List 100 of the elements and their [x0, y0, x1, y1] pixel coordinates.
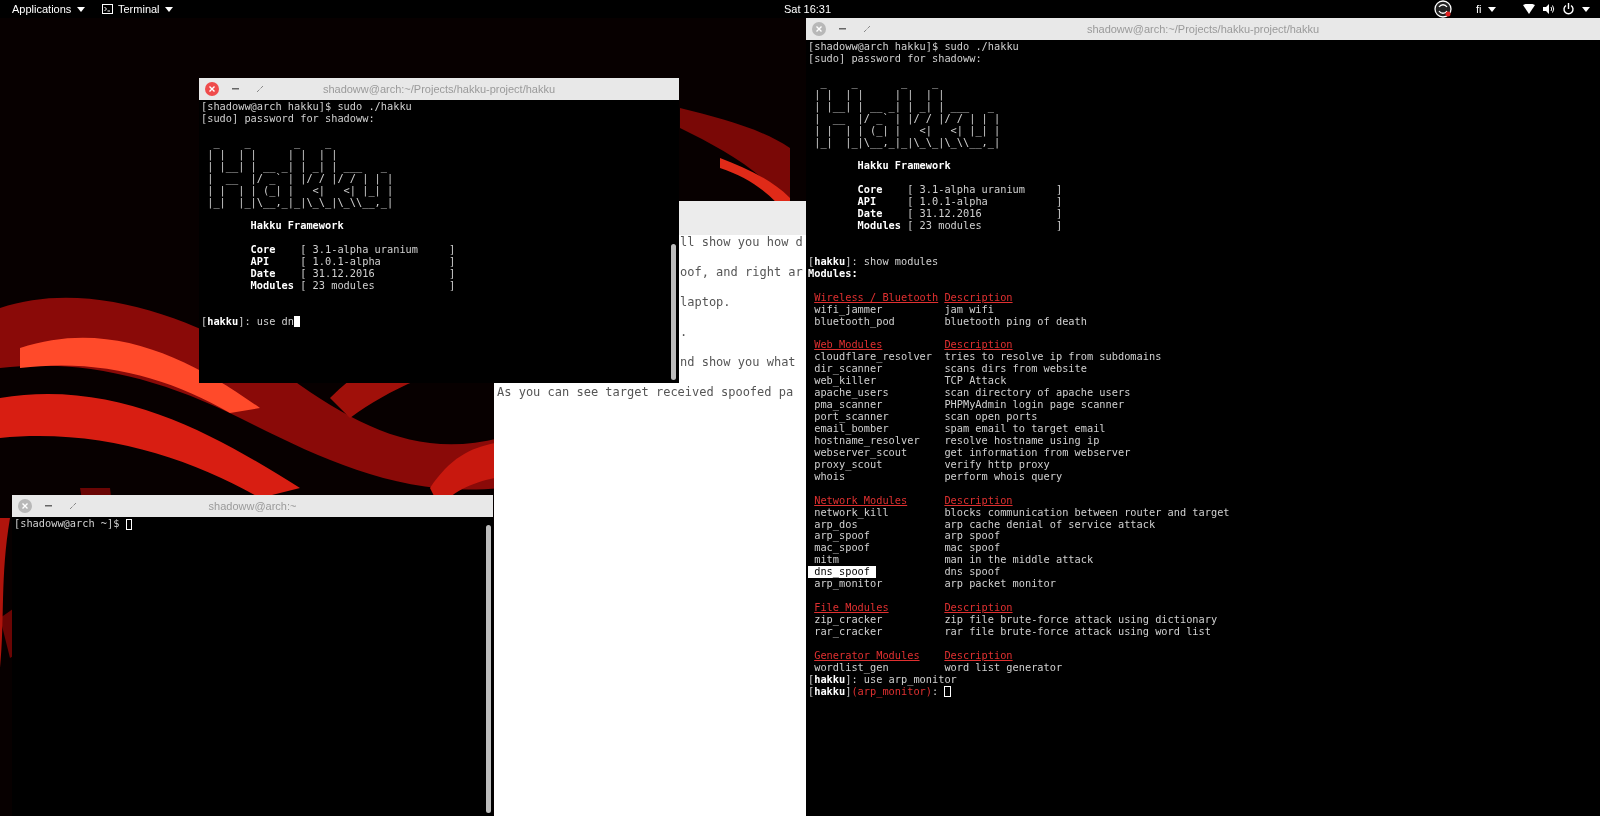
module-description: arp packet monitor [944, 578, 1056, 591]
info-value: [ 3.1-alpha uranium ] [300, 244, 456, 257]
close-icon [22, 503, 28, 509]
module-name[interactable]: network_kill [808, 506, 895, 519]
terminal-line: [shadoww@arch hakku]$ sudo ./hakku [808, 40, 1019, 52]
module-description: arp cache denial of service attack [944, 518, 1156, 531]
banner-title: Hakku Framework [857, 159, 951, 172]
close-icon [209, 86, 215, 92]
module-description: word list generator [944, 661, 1063, 674]
close-button[interactable] [812, 22, 826, 36]
module-description: man in the middle attack [944, 554, 1094, 567]
module-name[interactable]: zip_cracker [808, 614, 889, 626]
caret-icon [164, 6, 173, 12]
module-name[interactable]: arp_dos [808, 518, 864, 531]
close-button[interactable] [205, 82, 219, 96]
module-description: rar file brute-force attack using word list [944, 625, 1211, 638]
power-icon[interactable] [1563, 3, 1574, 15]
module-description: mac spoof [944, 542, 1001, 555]
info-value: [ 31.12.2016 ] [907, 208, 1063, 221]
module-name[interactable]: email_bomber [808, 423, 895, 435]
module-description: bluetooth ping of death [944, 315, 1087, 328]
text-line: nd show you what [680, 355, 796, 369]
minimize-icon[interactable] [45, 505, 52, 507]
minimize-icon[interactable] [839, 28, 846, 30]
module-name[interactable]: wordlist_gen [808, 661, 895, 674]
column-heading: Description [944, 291, 1013, 304]
info-value: [ 23 modules ] [300, 280, 456, 292]
banner-title: Hakku Framework [250, 219, 344, 232]
close-icon [816, 26, 822, 32]
module-name[interactable]: mitm [808, 554, 846, 567]
scrollbar[interactable] [671, 244, 676, 380]
caret-icon [77, 6, 86, 12]
module-name[interactable]: hostname_resolver [808, 434, 926, 447]
module-description: PHPMyAdmin login page scanner [944, 399, 1125, 412]
module-name[interactable]: mac_spoof [808, 542, 877, 555]
column-heading: Description [944, 494, 1013, 507]
module-description: verify http proxy [944, 458, 1050, 471]
text-line: laptop. [680, 295, 731, 309]
module-description: zip file brute-force attack using dictionary [944, 614, 1218, 626]
terminal-line: [shadoww@arch hakku]$ sudo ./hakku [201, 100, 412, 112]
column-heading: Description [944, 602, 1013, 614]
maximize-icon[interactable] [70, 503, 76, 509]
section-heading: File Modules [814, 602, 889, 614]
window-title: shadoww@arch:~/Projects/hakku-project/hakku [1086, 23, 1320, 35]
module-name[interactable]: web_killer [808, 375, 883, 388]
info-value: [ 23 modules ] [907, 220, 1063, 232]
window-title: shadoww@arch:~/Projects/hakku-project/hakku [322, 83, 556, 95]
module-description: jam wifi [944, 303, 994, 316]
module-name[interactable]: pma_scanner [808, 399, 889, 412]
module-description: resolve hostname using ip [944, 434, 1100, 447]
wifi-icon[interactable] [1523, 4, 1535, 14]
module-name[interactable]: arp_monitor [808, 578, 889, 591]
module-description: dns spoof [944, 566, 1001, 579]
module-name[interactable]: arp_spoof [808, 530, 877, 543]
info-label: Core [250, 244, 277, 257]
minimize-icon[interactable] [232, 88, 239, 90]
module-name[interactable]: apache_users [808, 387, 895, 400]
module-name[interactable]: dir_scanner [808, 363, 889, 376]
window-title: shadoww@arch:~ [208, 500, 297, 512]
command-line: [hakku](arp_monitor): [808, 684, 939, 697]
column-heading: Description [944, 649, 1013, 662]
module-name[interactable]: webserver_scout [808, 446, 914, 459]
module-description: arp spoof [944, 530, 1001, 543]
module-description: scans dirs from website [944, 363, 1087, 376]
module-description: get information from webserver [944, 446, 1131, 459]
info-label: Modules [250, 280, 295, 292]
scrollbar[interactable] [486, 525, 491, 813]
module-name[interactable]: bluetooth_pod [808, 315, 901, 328]
ascii-art-logo: _ _ _ _ | | | | | | | | | |__| | __ _| | _| | ___ _ | __ |/ _` | |/ / |/ / | | | | | | | (_| | <| <| |_| | |_| |_|\__,_|_|\_\_|\_\\__,_| [206, 136, 394, 209]
close-button[interactable] [18, 499, 32, 513]
module-name[interactable]: port_scanner [808, 411, 895, 423]
module-name[interactable]: whois [808, 470, 852, 483]
module-description: tries to resolve ip from subdomains [944, 351, 1162, 364]
terminal-line: [shadoww@arch ~]$ [14, 517, 120, 529]
volume-icon[interactable] [1543, 4, 1555, 14]
module-description: TCP Attack [944, 375, 1007, 388]
info-value: [ 3.1-alpha uranium ] [907, 184, 1063, 197]
keyboard-layout-menu[interactable]: fi [1476, 2, 1496, 16]
command-line: [hakku]: use dn [201, 314, 294, 327]
maximize-icon[interactable] [864, 26, 870, 32]
info-label: API [250, 256, 271, 269]
info-label: Modules [857, 220, 902, 232]
circle-app-icon[interactable] [1434, 0, 1452, 18]
terminal-line: [sudo] password for shadoww: [808, 51, 982, 64]
terminal-icon [102, 4, 113, 14]
module-description: scan directory of apache users [944, 387, 1131, 400]
app-menu[interactable]: Terminal [102, 2, 173, 16]
module-name[interactable]: dns_spoof [808, 566, 877, 579]
module-name[interactable]: proxy_scout [808, 458, 889, 471]
text-line: . [680, 325, 688, 339]
clock[interactable]: Sat 16:31 [784, 2, 832, 16]
module-description: scan open ports [944, 411, 1038, 423]
info-label: Core [857, 184, 884, 197]
section-heading: Wireless / Bluetooth [814, 291, 939, 304]
applications-menu[interactable]: Applications [12, 2, 86, 16]
module-description: perform whois query [944, 470, 1063, 483]
module-name[interactable]: wifi_jammer [808, 303, 889, 316]
module-name[interactable]: rar_cracker [808, 625, 889, 638]
module-name[interactable]: cloudflare_resolver [808, 351, 939, 364]
maximize-icon[interactable] [257, 86, 263, 92]
